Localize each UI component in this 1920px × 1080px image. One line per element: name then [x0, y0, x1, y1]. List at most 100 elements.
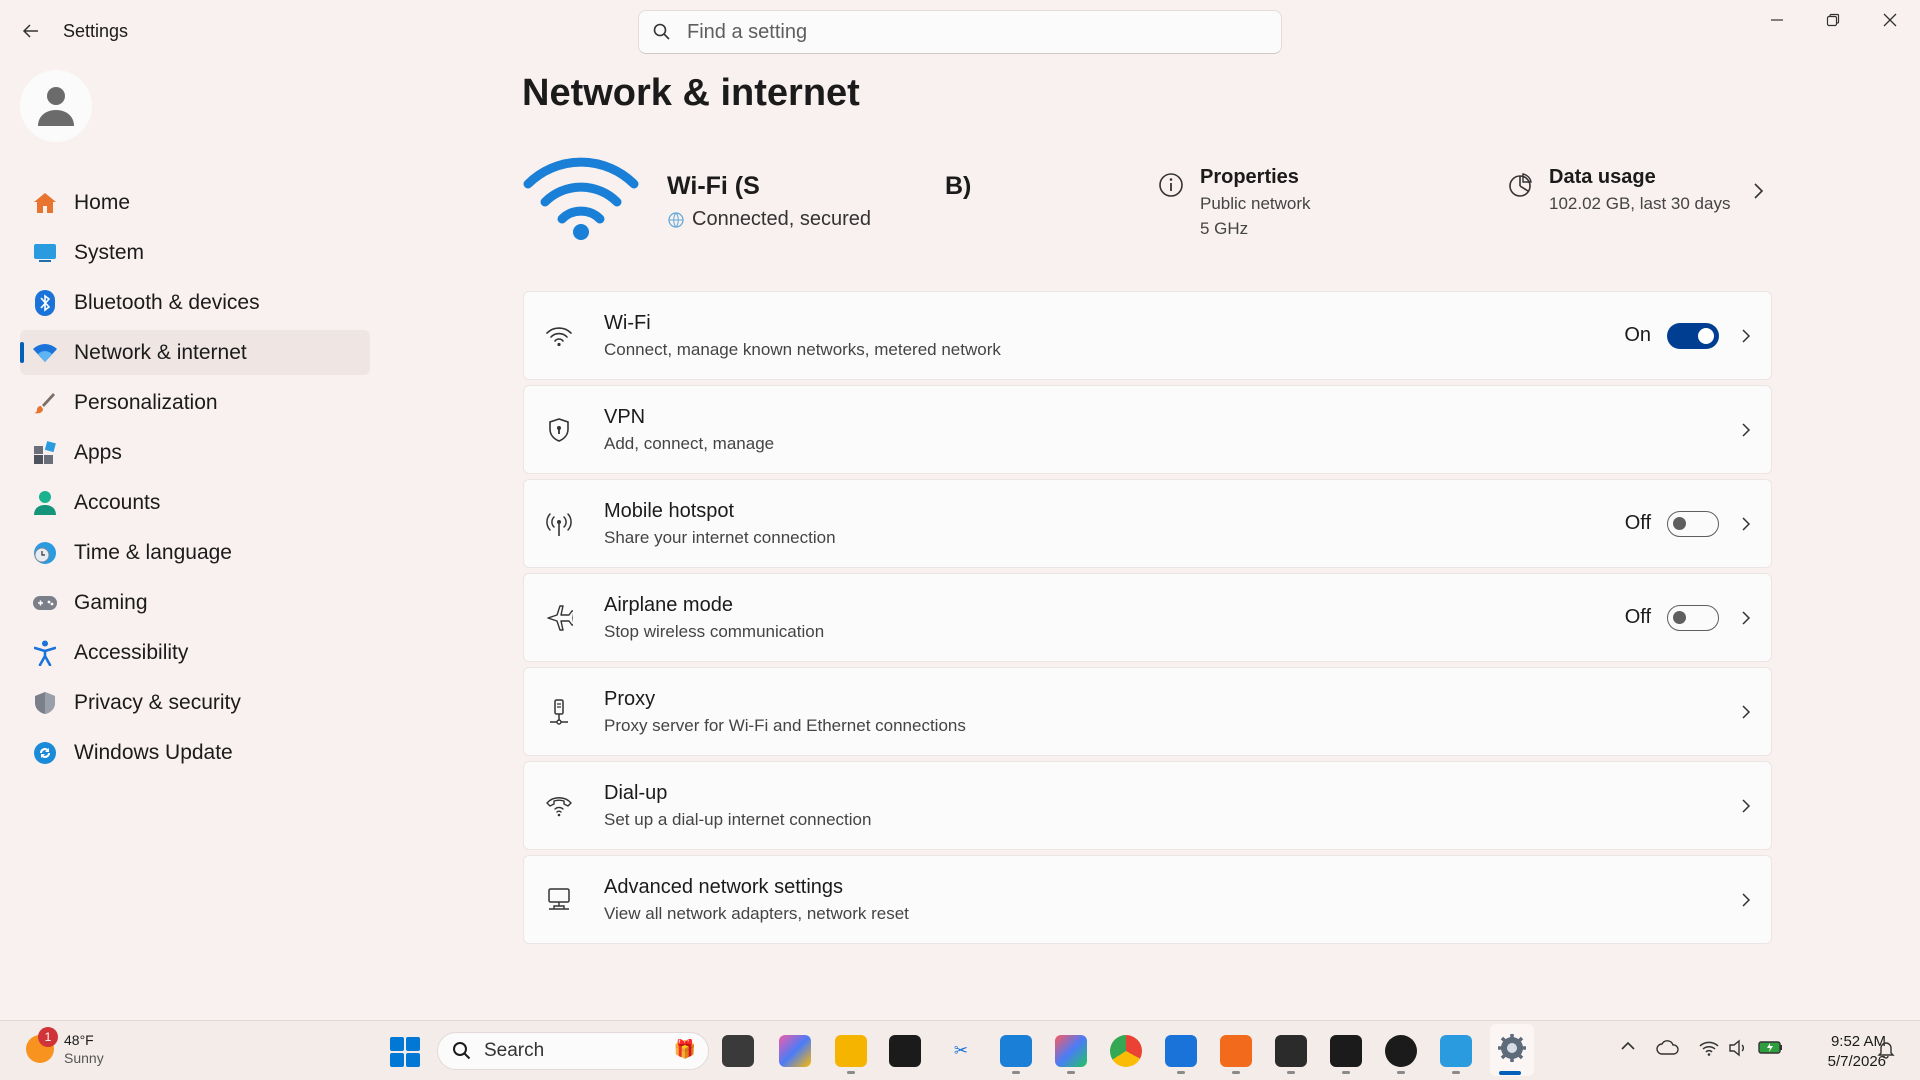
- properties-link[interactable]: Properties Public network 5 GHz: [1158, 166, 1311, 239]
- network-icon: [32, 340, 58, 366]
- globe-clock-icon: [32, 540, 58, 566]
- back-button[interactable]: [14, 14, 48, 48]
- system-clock[interactable]: 9:52 AM 5/7/2026: [1792, 1032, 1886, 1072]
- wifi-card[interactable]: Wi-Fi Connect, manage known networks, me…: [523, 291, 1772, 380]
- vpn-shield-icon: [544, 415, 574, 445]
- running-indicator: [1342, 1071, 1350, 1074]
- airplane-toggle[interactable]: [1667, 604, 1719, 631]
- restore-button[interactable]: [1805, 0, 1861, 40]
- vpn-card[interactable]: VPN Add, connect, manage: [523, 385, 1772, 474]
- weather-widget[interactable]: 1 48°F Sunny: [26, 1027, 104, 1067]
- advanced-network-settings-card[interactable]: Advanced network settings View all netwo…: [523, 855, 1772, 944]
- sidebar-nav: Home System Bluetooth & devices Network …: [20, 180, 370, 780]
- chevron-right-icon: [1742, 892, 1751, 907]
- notepad-icon[interactable]: [1165, 1035, 1197, 1067]
- globe-icon: [668, 211, 684, 228]
- bluetooth-icon: [32, 289, 58, 316]
- command-prompt-icon[interactable]: [1275, 1035, 1307, 1067]
- update-icon: [32, 740, 58, 766]
- apps-icon: [32, 440, 58, 466]
- proxy-server-icon: [544, 697, 574, 727]
- data-usage-detail: 102.02 GB, last 30 days: [1549, 194, 1731, 213]
- card-title: Dial-up: [604, 781, 668, 804]
- sidebar-item-accessibility[interactable]: Accessibility: [20, 630, 370, 675]
- battery-charging-icon[interactable]: [1758, 1039, 1784, 1060]
- card-title: Advanced network settings: [604, 875, 844, 898]
- settings-search-box[interactable]: [638, 10, 1282, 54]
- windows-logo-pane: [390, 1053, 404, 1067]
- search-highlight-icon: 🎁: [673, 1039, 696, 1059]
- app-icon[interactable]: [1055, 1035, 1087, 1067]
- file-explorer-icon[interactable]: [835, 1035, 867, 1067]
- wifi-toggle[interactable]: [1667, 322, 1719, 349]
- card-title: Wi-Fi: [604, 311, 651, 334]
- minimize-button[interactable]: [1749, 0, 1805, 40]
- weather-badge: 1: [38, 1027, 58, 1047]
- hotspot-toggle[interactable]: [1667, 510, 1719, 537]
- taskbar-search[interactable]: Search 🎁: [437, 1032, 709, 1070]
- sidebar-item-time-language[interactable]: Time & language: [20, 530, 370, 575]
- sun-icon: 1: [26, 1027, 58, 1063]
- network-name-suffix: B): [945, 172, 972, 200]
- close-button[interactable]: [1862, 0, 1918, 40]
- restore-icon: [1826, 13, 1840, 27]
- chevron-right-icon: [1742, 422, 1751, 437]
- person-icon: [38, 87, 74, 126]
- onedrive-icon[interactable]: [1656, 1039, 1680, 1062]
- sidebar-item-label: System: [74, 240, 145, 264]
- sidebar-item-system[interactable]: System: [20, 230, 370, 275]
- card-subtitle: Add, connect, manage: [604, 433, 775, 453]
- hotspot-icon: [544, 509, 574, 539]
- mobile-hotspot-card[interactable]: Mobile hotspot Share your internet conne…: [523, 479, 1772, 568]
- running-indicator: [847, 1071, 855, 1074]
- properties-network-type: Public network: [1200, 194, 1311, 213]
- volume-icon[interactable]: [1728, 1039, 1748, 1062]
- sidebar-item-label: Home: [74, 190, 131, 214]
- vscode-icon[interactable]: [1000, 1035, 1032, 1067]
- task-view-icon[interactable]: [722, 1035, 754, 1067]
- xampp-icon[interactable]: [1220, 1035, 1252, 1067]
- capcut-icon[interactable]: [1330, 1035, 1362, 1067]
- chrome-icon[interactable]: [1110, 1035, 1142, 1067]
- terminal-icon[interactable]: [889, 1035, 921, 1067]
- running-indicator: [1397, 1071, 1405, 1074]
- sidebar-item-windows-update[interactable]: Windows Update: [20, 730, 370, 775]
- taskbar-search-label: Search: [484, 1040, 545, 1061]
- snipping-tool-icon[interactable]: ✂: [945, 1035, 977, 1067]
- sidebar-item-accounts[interactable]: Accounts: [20, 480, 370, 525]
- page-title: Network & internet: [522, 72, 860, 114]
- clock-time: 9:52 AM: [1830, 1033, 1886, 1050]
- sidebar-item-bluetooth[interactable]: Bluetooth & devices: [20, 280, 370, 325]
- sidebar-item-apps[interactable]: Apps: [20, 430, 370, 475]
- airplane-mode-card[interactable]: Airplane mode Stop wireless communicatio…: [523, 573, 1772, 662]
- card-subtitle: Share your internet connection: [604, 527, 836, 547]
- chevron-right-icon: [1742, 704, 1751, 719]
- sidebar-item-gaming[interactable]: Gaming: [20, 580, 370, 625]
- search-icon: [653, 23, 670, 40]
- connection-status-text: Connected, secured: [692, 208, 872, 230]
- sidebar-item-personalization[interactable]: Personalization: [20, 380, 370, 425]
- notification-icon[interactable]: [1876, 1039, 1896, 1064]
- brush-icon: [32, 390, 58, 416]
- sidebar-item-label: Gaming: [74, 590, 148, 614]
- proxy-card[interactable]: Proxy Proxy server for Wi-Fi and Etherne…: [523, 667, 1772, 756]
- data-usage-link[interactable]: Data usage 102.02 GB, last 30 days: [1507, 166, 1730, 214]
- connection-status: Connected, secured: [668, 208, 871, 231]
- network-name: Wi-Fi (S: [667, 172, 760, 200]
- dial-up-card[interactable]: Dial-up Set up a dial-up internet connec…: [523, 761, 1772, 850]
- media-player-icon[interactable]: [1385, 1035, 1417, 1067]
- copilot-icon[interactable]: [779, 1035, 811, 1067]
- gamepad-icon: [32, 590, 58, 616]
- settings-card-list: Wi-Fi Connect, manage known networks, me…: [523, 291, 1772, 949]
- photos-icon[interactable]: [1440, 1035, 1472, 1067]
- sidebar-item-network[interactable]: Network & internet: [20, 330, 370, 375]
- start-button[interactable]: [390, 1037, 420, 1067]
- settings-search-input[interactable]: [687, 20, 1247, 44]
- minimize-icon: [1771, 19, 1783, 21]
- sidebar-item-home[interactable]: Home: [20, 180, 370, 225]
- user-avatar[interactable]: [20, 70, 92, 142]
- settings-taskbar-button[interactable]: [1490, 1024, 1534, 1076]
- sidebar-item-privacy[interactable]: Privacy & security: [20, 680, 370, 725]
- show-hidden-icons-chevron-icon[interactable]: [1620, 1039, 1636, 1057]
- wifi-tray-icon[interactable]: [1698, 1039, 1720, 1062]
